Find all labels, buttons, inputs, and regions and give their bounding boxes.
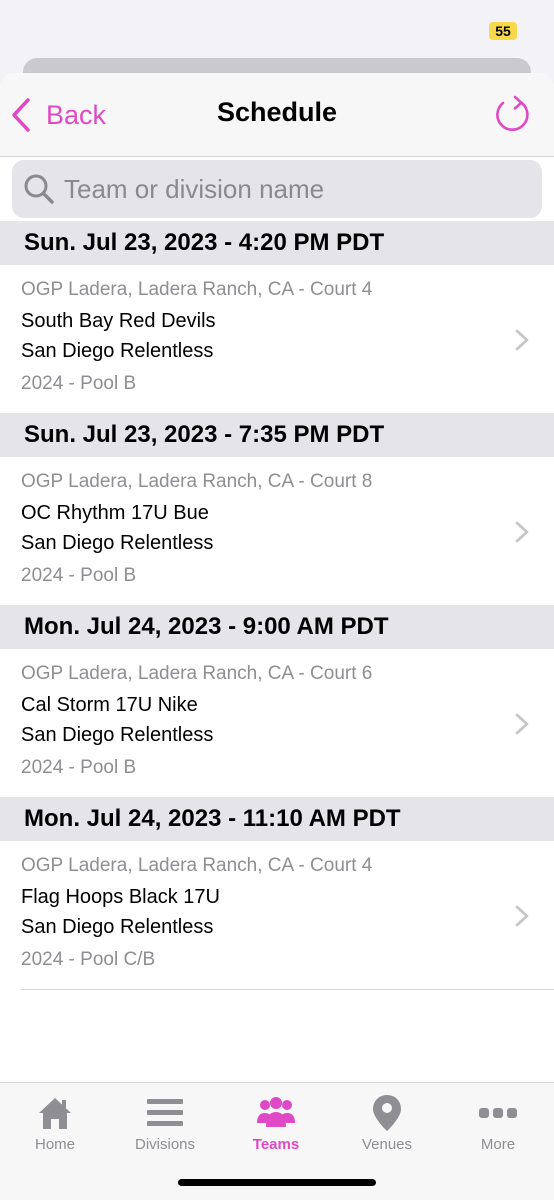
game-team-2: San Diego Relentless (21, 532, 214, 554)
navigation-bar: Back Schedule (0, 73, 554, 157)
game-row[interactable]: OGP Ladera, Ladera Ranch, CA - Court 4 S… (0, 265, 554, 413)
game-venue: OGP Ladera, Ladera Ranch, CA - Court 4 (21, 279, 373, 300)
list-icon (147, 1099, 183, 1126)
tab-divisions[interactable]: Divisions (110, 1083, 220, 1163)
page-title: Schedule (216, 97, 338, 127)
tab-label: Venues (361, 1136, 413, 1153)
schedule-sheet: Back Schedule Sun. Jul 23, 2023 - 4:20 P… (0, 73, 554, 1200)
game-team-2: San Diego Relentless (21, 724, 214, 746)
people-icon (257, 1097, 295, 1127)
game-venue: OGP Ladera, Ladera Ranch, CA - Court 6 (21, 663, 373, 684)
search-icon (24, 174, 54, 204)
game-venue: OGP Ladera, Ladera Ranch, CA - Court 4 (21, 855, 373, 876)
tab-venues[interactable]: Venues (332, 1083, 442, 1163)
game-pool: 2024 - Pool B (21, 757, 137, 778)
chevron-right-icon (515, 329, 529, 351)
game-pool: 2024 - Pool C/B (21, 949, 156, 970)
game-row[interactable]: OGP Ladera, Ladera Ranch, CA - Court 6 C… (0, 649, 554, 797)
date-section-header: Mon. Jul 24, 2023 - 9:00 AM PDT (0, 605, 554, 649)
tab-label: Teams (252, 1136, 300, 1153)
game-team-1: Cal Storm 17U Nike (21, 694, 198, 716)
date-section-header: Sun. Jul 23, 2023 - 7:35 PM PDT (0, 413, 554, 457)
battery-level-badge: 55 (489, 22, 517, 40)
game-venue: OGP Ladera, Ladera Ranch, CA - Court 8 (21, 471, 373, 492)
game-team-1: Flag Hoops Black 17U (21, 886, 220, 908)
chevron-right-icon (515, 905, 529, 927)
tab-more[interactable]: More (443, 1083, 553, 1163)
home-indicator (178, 1179, 376, 1186)
game-team-1: OC Rhythm 17U Bue (21, 502, 209, 524)
chevron-right-icon (515, 521, 529, 543)
game-pool: 2024 - Pool B (21, 565, 137, 586)
game-row[interactable]: OGP Ladera, Ladera Ranch, CA - Court 8 O… (0, 457, 554, 605)
chevron-right-icon (515, 713, 529, 735)
tab-teams[interactable]: Teams (221, 1083, 331, 1163)
tab-label: Home (34, 1136, 75, 1153)
location-pin-icon (373, 1095, 401, 1131)
game-team-2: San Diego Relentless (21, 340, 214, 362)
search-bar (0, 157, 554, 221)
date-section-header: Mon. Jul 24, 2023 - 11:10 AM PDT (0, 797, 554, 841)
home-icon (39, 1098, 71, 1129)
tab-label: Divisions (134, 1136, 195, 1153)
tab-label: More (480, 1136, 516, 1153)
game-team-2: San Diego Relentless (21, 916, 214, 938)
game-team-1: South Bay Red Devils (21, 310, 216, 332)
search-input[interactable] (64, 173, 524, 205)
game-row[interactable]: OGP Ladera, Ladera Ranch, CA - Court 4 F… (0, 841, 554, 989)
search-field[interactable] (12, 160, 542, 218)
refresh-icon[interactable] (490, 93, 534, 137)
more-dots-icon (479, 1108, 517, 1118)
game-pool: 2024 - Pool B (21, 373, 137, 394)
schedule-list: Sun. Jul 23, 2023 - 4:20 PM PDT OGP Lade… (0, 221, 554, 990)
date-section-header: Sun. Jul 23, 2023 - 4:20 PM PDT (0, 221, 554, 265)
tab-home[interactable]: Home (0, 1083, 110, 1163)
status-bar: 55 (0, 0, 554, 60)
list-separator (21, 989, 554, 990)
